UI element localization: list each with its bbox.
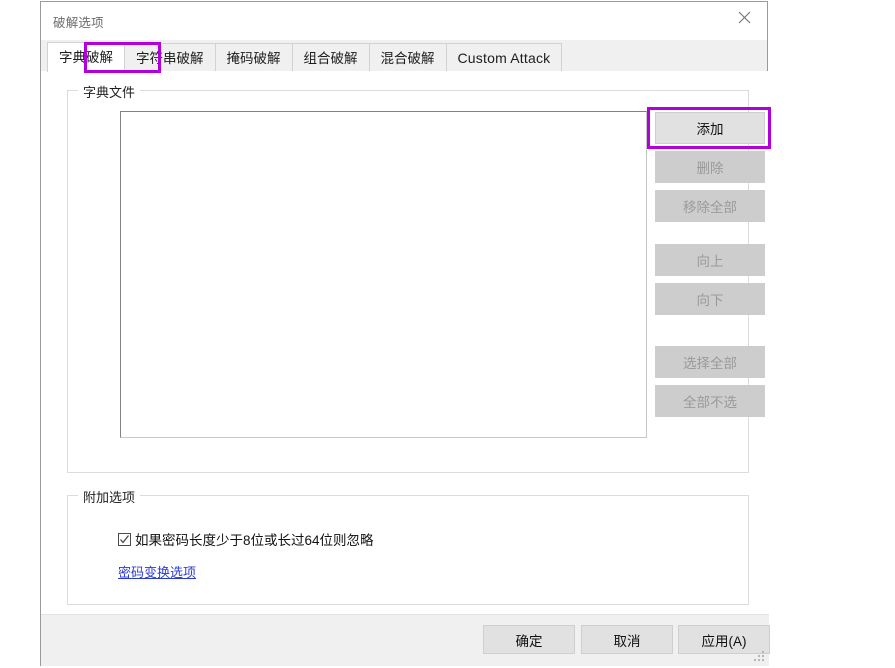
tab-hybrid-attack[interactable]: 混合破解 <box>368 43 447 72</box>
extra-options-legend: 附加选项 <box>78 487 141 506</box>
screen: 破解选项 字典破解 字符串破解 掩码破解 组合破解 混合破解 Custom At… <box>0 0 895 668</box>
tab-dictionary-attack[interactable]: 字典破解 <box>47 42 125 72</box>
move-up-button: 向上 <box>655 244 765 276</box>
title-bar: 破解选项 <box>41 2 767 40</box>
window-title: 破解选项 <box>53 16 104 30</box>
apply-button[interactable]: 应用(A) <box>678 625 770 654</box>
tab-custom-attack[interactable]: Custom Attack <box>445 43 563 72</box>
dictionary-files-group: 字典文件 添加 删除 移除全部 向上 向下 选择全部 全部不选 <box>67 82 771 473</box>
dictionary-files-listbox[interactable] <box>120 111 647 438</box>
dictionary-files-legend: 字典文件 <box>78 82 141 101</box>
cancel-button[interactable]: 取消 <box>581 625 673 654</box>
tab-string-attack[interactable]: 字符串破解 <box>124 43 216 72</box>
tab-page-dictionary-attack: 字典文件 添加 删除 移除全部 向上 向下 选择全部 全部不选 附加选项 如果密… <box>41 71 771 614</box>
remove-all-button: 移除全部 <box>655 190 765 222</box>
extra-options-group: 附加选项 如果密码长度少于8位或长过64位则忽略 密码变换选项 <box>67 487 749 605</box>
select-all-button: 选择全部 <box>655 346 765 378</box>
delete-button: 删除 <box>655 151 765 183</box>
move-down-button: 向下 <box>655 283 765 315</box>
dialog-footer: 确定 取消 应用(A) <box>41 614 770 666</box>
deselect-all-button: 全部不选 <box>655 385 765 417</box>
tab-combination-attack[interactable]: 组合破解 <box>291 43 370 72</box>
password-transform-options-link[interactable]: 密码变换选项 <box>118 562 196 581</box>
close-icon[interactable] <box>721 2 767 33</box>
checkmark-icon[interactable] <box>118 532 131 546</box>
tab-mask-attack[interactable]: 掩码破解 <box>214 43 293 72</box>
ignore-length-checkbox-row[interactable]: 如果密码长度少于8位或长过64位则忽略 <box>118 529 374 549</box>
crack-options-dialog: 破解选项 字典破解 字符串破解 掩码破解 组合破解 混合破解 Custom At… <box>40 1 771 666</box>
tab-strip: 字典破解 字符串破解 掩码破解 组合破解 混合破解 Custom Attack <box>41 40 767 72</box>
add-button[interactable]: 添加 <box>655 112 765 144</box>
ok-button[interactable]: 确定 <box>483 625 575 654</box>
resize-grip-icon[interactable] <box>754 651 766 663</box>
ignore-length-checkbox-label: 如果密码长度少于8位或长过64位则忽略 <box>135 533 374 548</box>
